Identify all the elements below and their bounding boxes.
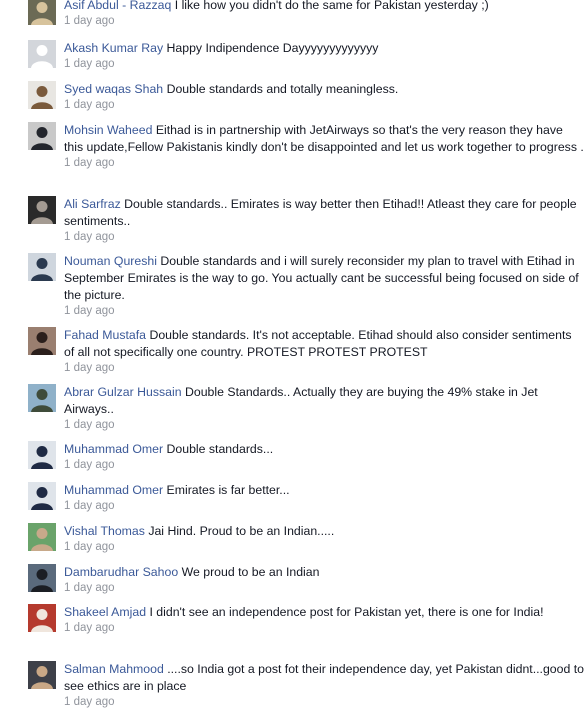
comment-timestamp[interactable]: 1 day ago [64,499,584,514]
photo-avatar[interactable] [28,441,56,469]
comment-body: Nouman Qureshi Double standards and i wi… [64,253,584,319]
comment-text: Happy Indipendence Dayyyyyyyyyyyyy [166,41,379,55]
comment-author-link[interactable]: Fahad Mustafa [64,328,146,342]
photo-avatar[interactable] [28,384,56,412]
comment-body: Salman Mahmood ....so India got a post f… [64,661,584,710]
photo-avatar[interactable] [28,482,56,510]
comment-text: I didn't see an independence post for Pa… [149,605,544,619]
comment-body: Muhammad Omer Emirates is far better... 1… [64,482,584,514]
comment-text: Emirates is far better... [166,483,290,497]
comment-author-link[interactable]: Abrar Gulzar Hussain [64,385,182,399]
comment-author-link[interactable]: Muhammad Omer [64,442,163,456]
comment-body: Vishal Thomas Jai Hind. Proud to be an I… [64,523,584,555]
photo-avatar[interactable] [28,661,56,689]
comment-timestamp[interactable]: 1 day ago [64,361,584,376]
comment-text: We proud to be an Indian [181,565,320,579]
photo-avatar[interactable] [28,196,56,224]
comment-timestamp[interactable]: 1 day ago [64,621,584,636]
comment-body: Akash Kumar Ray Happy Indipendence Dayyy… [64,40,584,72]
default-avatar[interactable] [28,40,56,68]
comment-timestamp[interactable]: 1 day ago [64,156,584,171]
comment-list: Asif Abdul - Razzaq I like how you didn'… [0,0,584,708]
photo-avatar[interactable] [28,253,56,281]
comment-timestamp[interactable]: 1 day ago [64,304,584,319]
comment-text: Double standards.. Emirates is way bette… [64,197,577,228]
comment-body: Shakeel Amjad I didn't see an independen… [64,604,584,636]
comment-author-link[interactable]: Ali Sarfraz [64,197,121,211]
comment-body: Mohsin Waheed Eithad is in partnership w… [64,122,584,171]
comment-text: Jai Hind. Proud to be an Indian..... [148,524,335,538]
comment-author-link[interactable]: Asif Abdul - Razzaq [64,0,171,12]
comment-timestamp[interactable]: 1 day ago [64,230,584,245]
comment-text: Double standards... [166,442,274,456]
comment-author-link[interactable]: Mohsin Waheed [64,123,152,137]
comment-body: Abrar Gulzar Hussain Double Standards.. … [64,384,584,433]
comment-body: Dambarudhar Sahoo We proud to be an Indi… [64,564,584,596]
comment-timestamp[interactable]: 1 day ago [64,14,584,29]
comment-author-link[interactable]: Vishal Thomas [64,524,145,538]
comment-author-link[interactable]: Akash Kumar Ray [64,41,163,55]
comment-timestamp[interactable]: 1 day ago [64,458,584,473]
comment-author-link[interactable]: Syed waqas Shah [64,82,163,96]
comment-author-link[interactable]: Salman Mahmood [64,662,164,676]
comment-body: Ali Sarfraz Double standards.. Emirates … [64,196,584,245]
comment-timestamp[interactable]: 1 day ago [64,695,584,710]
photo-avatar[interactable] [28,604,56,632]
photo-avatar[interactable] [28,564,56,592]
comment-author-link[interactable]: Muhammad Omer [64,483,163,497]
comment-timestamp[interactable]: 1 day ago [64,540,584,555]
comment-timestamp[interactable]: 1 day ago [64,418,584,433]
comment-body: Syed waqas Shah Double standards and tot… [64,81,584,113]
photo-avatar[interactable] [28,81,56,109]
comment-timestamp[interactable]: 1 day ago [64,581,584,596]
comment-text: Double standards and totally meaningless… [166,82,399,96]
comment-body: Fahad Mustafa Double standards. It's not… [64,327,584,376]
comment-author-link[interactable]: Dambarudhar Sahoo [64,565,178,579]
comment-author-link[interactable]: Shakeel Amjad [64,605,146,619]
comment-timestamp[interactable]: 1 day ago [64,98,584,113]
photo-avatar[interactable] [28,327,56,355]
comment-text: I like how you didn't do the same for Pa… [174,0,489,12]
photo-avatar[interactable] [28,122,56,150]
photo-avatar[interactable] [28,0,56,25]
comment-author-link[interactable]: Nouman Qureshi [64,254,157,268]
comment-body: Muhammad Omer Double standards... 1 day a… [64,441,584,473]
comment-body: Asif Abdul - Razzaq I like how you didn'… [64,0,584,29]
comment-timestamp[interactable]: 1 day ago [64,57,584,72]
photo-avatar[interactable] [28,523,56,551]
